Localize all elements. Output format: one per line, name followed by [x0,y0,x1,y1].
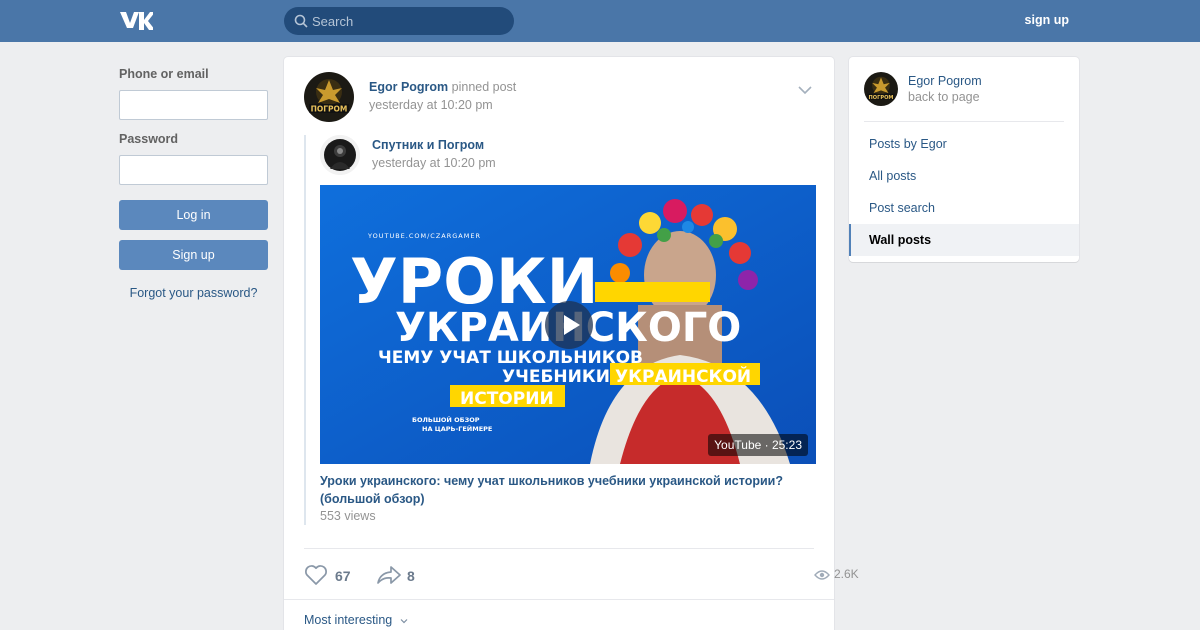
thumb-small-2: НА ЦАРЬ-ГЕЙМЕРЕ [422,424,492,433]
sidebar-item-post-search[interactable]: Post search [849,192,1079,224]
share-count: 8 [407,568,415,584]
search-input[interactable] [312,7,507,35]
wall-nav-card: ПОГРОМ Egor Pogrom back to page Posts by… [849,57,1079,262]
share-arrow-icon [377,566,401,584]
eye-icon [814,570,830,580]
header-signup-link[interactable]: sign up [1025,13,1069,27]
repost-author-avatar[interactable] [320,135,360,175]
author-avatar[interactable]: ПОГРОМ [304,72,354,122]
sidebar-avatar[interactable]: ПОГРОМ [864,72,898,106]
avatar-label: ПОГРОМ [869,95,894,101]
sidebar-author-name[interactable]: Egor Pogrom [908,74,982,88]
comments-sort-dropdown[interactable]: Most interesting [304,613,408,627]
vk-logo-icon[interactable] [119,10,153,32]
top-bar: sign up [0,0,1200,42]
password-field[interactable] [119,155,268,185]
back-to-page-link[interactable]: back to page [908,90,980,104]
thumb-line-3: ЧЕМУ УЧАТ ШКОЛЬНИКОВ [378,348,643,368]
video-views: 553 views [320,509,376,523]
like-count: 67 [335,568,351,584]
thumb-line-4a: УЧЕБНИКИ [502,367,610,387]
password-label: Password [119,132,179,146]
sidebar-item-all-posts[interactable]: All posts [849,160,1079,192]
video-player[interactable]: YOUTUBE.COM/CZARGAMER УРОКИ УКРАИНСКОГО … [320,185,816,464]
sputnik-avatar-image [320,135,360,175]
pogrom-avatar-image: ПОГРОМ [864,72,898,106]
search-box[interactable] [284,7,514,35]
actions-divider [304,548,814,549]
search-icon [294,14,308,28]
views-count: 2.6K [834,567,859,581]
heart-icon [305,565,327,585]
post-timestamp[interactable]: yesterday at 10:20 pm [369,98,493,112]
chevron-down-icon[interactable] [798,85,812,95]
phone-label: Phone or email [119,67,209,81]
video-title-link[interactable]: Уроки украинского: чему учат школьников … [320,472,790,508]
repost-block: Спутник и Погром yesterday at 10:20 pm Y… [304,135,816,525]
pinned-label: pinned post [448,80,517,94]
repost-author-name[interactable]: Спутник и Погром [372,138,484,152]
phone-email-field[interactable] [119,90,268,120]
comments-divider [284,599,834,600]
sidebar-item-posts-by-egor[interactable]: Posts by Egor [849,128,1079,160]
thumb-small-1: БОЛЬШОЙ ОБЗОР [412,415,480,424]
thumb-line-5: ИСТОРИИ [460,389,554,409]
thumb-line-4b: УКРАИНСКОЙ [615,365,751,387]
sort-label: Most interesting [304,613,393,627]
video-duration-badge: YouTube · 25:23 [708,434,808,456]
login-button[interactable]: Log in [119,200,268,230]
pogrom-avatar-image: ПОГРОМ [304,72,354,122]
play-icon[interactable] [545,301,593,349]
forgot-password-link[interactable]: Forgot your password? [119,286,268,300]
sidebar-item-wall-posts[interactable]: Wall posts [849,224,1079,256]
signup-button[interactable]: Sign up [119,240,268,270]
avatar-label: ПОГРОМ [311,105,348,114]
repost-timestamp[interactable]: yesterday at 10:20 pm [372,156,496,170]
chevron-down-icon [400,618,408,624]
pinned-post: ПОГРОМ Egor Pogrom pinned post yesterday… [284,57,859,630]
thumb-channel: YOUTUBE.COM/CZARGAMER [367,232,481,240]
post-author-line: Egor Pogrom pinned post [369,80,516,94]
post-author-name[interactable]: Egor Pogrom [369,80,448,94]
sidebar-divider [864,121,1064,122]
